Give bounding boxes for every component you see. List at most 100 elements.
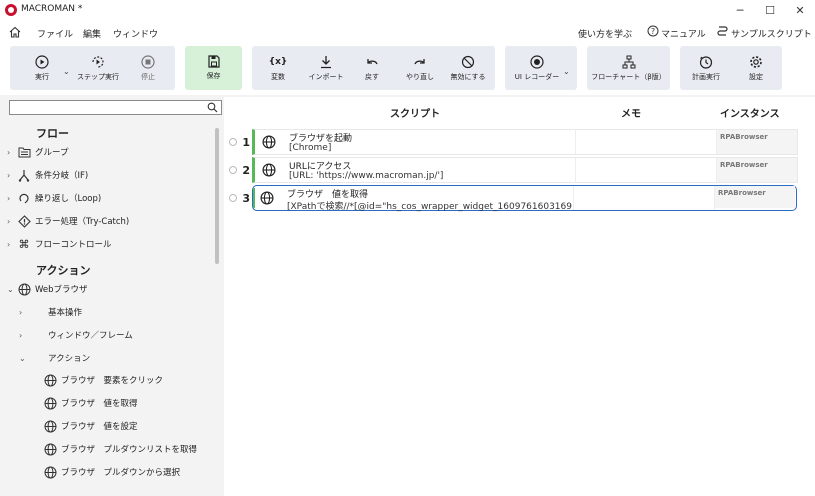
script-row-body[interactable]: ブラウザ 値を取得 [XPathで検索//*[@id="hs_cos_wrapp… [252,185,797,212]
action-detail: [URL: 'https://www.macroman.jp/'] [289,171,444,181]
close-button[interactable]: ✕ [785,0,815,21]
action-item[interactable]: ブラウザ プルダウンリストを取得 [43,439,197,459]
instance-cell[interactable]: RPABrowser [717,130,797,154]
save-icon [207,55,220,68]
action-item[interactable]: ブラウザ 値を設定 [43,416,138,436]
sidebar-scrollbar[interactable] [215,128,219,264]
chevron-right-icon[interactable]: › [7,194,17,203]
globe-icon [262,163,276,180]
learn-link[interactable]: 使い方を学ぶ [578,27,632,40]
sidebar: フロー › グループ › 条件分岐（IF) › 繰り返し（Loop) › エラー… [0,97,222,496]
tree-item-loop[interactable]: › 繰り返し（Loop) [7,188,101,208]
sample-script-icon[interactable] [717,25,728,40]
menu-window[interactable]: ウィンドウ [113,27,158,40]
home-icon[interactable] [9,26,21,41]
memo-cell[interactable] [576,130,716,154]
run-label: 実行 [35,72,49,81]
manual-link[interactable]: マニュアル [661,27,706,40]
tree-item-label: 基本操作 [48,308,83,318]
memo-cell[interactable] [576,158,716,182]
script-row-body[interactable]: URLにアクセス [URL: 'https://www.macroman.jp/… [252,157,798,183]
menu-file[interactable]: ファイル [37,27,73,40]
chevron-right-icon[interactable]: › [7,171,17,180]
flowchart-group: フローチャート（β版） [587,46,670,90]
script-row[interactable]: 2 URLにアクセス [URL: 'https://www.macroman.j… [224,157,799,183]
chevron-down-icon[interactable]: ⌄ [563,67,570,76]
tree-item-group[interactable]: › グループ [7,142,69,162]
ui-recorder-button[interactable]: UI レコーダー [509,46,565,90]
script-row-body[interactable]: ブラウザを起動 [Chrome] RPABrowser [252,129,798,155]
action-item-label: ブラウザ 要素をクリック [61,376,164,386]
save-group: 保存 [185,46,242,90]
flowchart-label: フローチャート（β版） [591,72,666,81]
save-button[interactable]: 保存 [185,46,242,90]
action-item[interactable]: ブラウザ 要素をクリック [43,370,163,390]
undo-button[interactable]: 戻す [354,46,390,90]
redo-button[interactable]: やり直し [398,46,442,90]
instance-cell[interactable]: RPABrowser [715,186,795,208]
tree-item-if[interactable]: › 条件分岐（IF) [7,165,88,185]
row-collapse-icon[interactable] [229,138,237,146]
chevron-right-icon[interactable]: › [19,308,29,317]
branch-icon [17,168,31,182]
run-button[interactable]: 実行 [22,46,62,90]
title-bar: MACROMAN * ─ ☐ ✕ [0,0,815,21]
column-memo[interactable]: メモ [621,105,641,120]
import-button[interactable]: インポート [304,46,348,90]
column-instance[interactable]: インスタンス [720,105,780,120]
menu-bar: ファイル 編集 ウィンドウ 使い方を学ぶ ? マニュアル サンプルスクリプト [0,21,815,59]
action-heading: アクション [36,264,91,277]
settings-label: 設定 [749,72,763,81]
sample-script-link[interactable]: サンプルスクリプト [731,27,812,40]
chevron-down-icon[interactable]: ⌄ [63,67,70,76]
timer-icon [699,55,713,69]
command-icon: ⌘ [18,237,30,251]
row-number: 3 [224,185,250,211]
action-item[interactable]: ブラウザ プルダウンから選択 [43,462,180,482]
globe-icon [43,419,57,433]
chevron-right-icon[interactable]: › [7,217,17,226]
maximize-button[interactable]: ☐ [755,0,785,21]
tree-item-label: 条件分岐（IF) [35,171,89,181]
play-icon [35,54,49,69]
menu-edit[interactable]: 編集 [83,27,101,40]
app-logo-icon [5,4,17,16]
flowchart-button[interactable]: フローチャート（β版） [587,46,670,90]
chevron-down-icon[interactable]: ⌄ [19,354,29,363]
help-circle-icon[interactable]: ? [647,25,659,40]
search-icon[interactable] [207,102,218,116]
tree-item-actions[interactable]: ⌄ アクション [19,348,90,368]
tree-item-web-browser[interactable]: ⌄ Webブラウザ [7,279,88,299]
variable-button[interactable]: {x} 変数 [258,46,298,90]
minimize-button[interactable]: ─ [725,0,755,21]
sidebar-search-input[interactable] [9,100,222,115]
tree-item-label: グループ [35,148,69,158]
row-number: 1 [224,129,250,155]
chevron-right-icon[interactable]: › [7,148,17,157]
step-run-button[interactable]: ステップ実行 [72,46,124,90]
tree-item-basic-ops[interactable]: › 基本操作 [19,302,82,322]
tree-item-flow-control[interactable]: › ⌘ フローコントロール [7,234,112,254]
schedule-button[interactable]: 計画実行 [684,46,728,90]
memo-cell[interactable] [574,186,714,210]
chevron-right-icon[interactable]: › [7,240,17,249]
import-label: インポート [308,72,344,81]
column-script[interactable]: スクリプト [390,105,440,120]
row-collapse-icon[interactable] [229,194,237,202]
script-row[interactable]: 1 ブラウザを起動 [Chrome] RPABrowser [224,129,799,155]
action-item[interactable]: ブラウザ 値を取得 [43,393,138,413]
chevron-down-icon[interactable]: ⌄ [7,285,17,294]
step-run-icon [92,55,104,68]
script-row-selected[interactable]: 3 ブラウザ 値を取得 [XPathで検索//*[@id="hs_cos_wra… [224,185,799,212]
instance-cell[interactable]: RPABrowser [717,158,797,182]
disable-button[interactable]: 無効にする [446,46,490,90]
stop-button[interactable]: 停止 [128,46,168,90]
settings-button[interactable]: 設定 [734,46,778,90]
tree-item-window-frame[interactable]: › ウィンドウ／フレーム [19,325,133,345]
chevron-right-icon[interactable]: › [19,331,29,340]
save-label: 保存 [206,72,221,80]
action-item-label: ブラウザ 値を設定 [61,422,138,432]
action-item-label: ブラウザ プルダウンから選択 [61,468,181,478]
row-collapse-icon[interactable] [229,166,237,174]
tree-item-try-catch[interactable]: › エラー処理（Try-Catch) [7,211,129,231]
